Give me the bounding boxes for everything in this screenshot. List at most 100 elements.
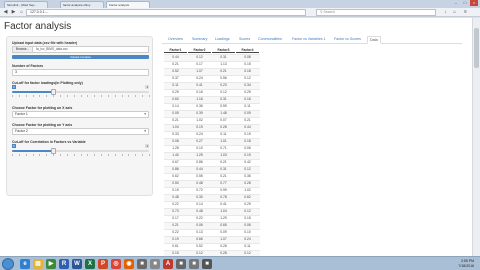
table-cell: 1.07	[220, 237, 227, 241]
tab-factor-vs-variables[interactable]: Factor vs Variables 1	[292, 37, 326, 41]
minimize-icon[interactable]: –	[452, 0, 460, 6]
app-icon[interactable]: ■	[150, 259, 160, 269]
forward-icon[interactable]: ▶	[10, 9, 17, 16]
tab-data[interactable]: Data	[367, 36, 381, 44]
address-bar[interactable]: 127.0.0.1:...	[26, 9, 306, 16]
table-cell: 0.21	[172, 118, 179, 122]
table-cell: 0.44	[244, 125, 251, 129]
browser-tab[interactable]: Simulink - (Wed Sep...	[4, 1, 48, 8]
powerpoint-icon[interactable]: P	[98, 259, 108, 269]
page-scrollbar[interactable]	[472, 18, 480, 256]
r-icon[interactable]: R	[59, 259, 69, 269]
table-cell: 1.28	[172, 146, 179, 150]
slider-min-label: 0	[12, 85, 16, 89]
acrobat-icon[interactable]: A	[163, 259, 173, 269]
taskbar: e ▤ ▶ R W X P ◎ ◉ ■ ■ A ■ ■ ■ 2:55 PM 7/18/2016	[0, 256, 480, 270]
browser-tab[interactable]: factor-analysis-shiny	[60, 1, 104, 8]
x-axis-select[interactable]: Factor 1 ▾	[12, 111, 149, 118]
num-factors-input[interactable]: 3	[12, 69, 149, 76]
app-icon[interactable]: ■	[189, 259, 199, 269]
close-icon[interactable]: ×	[470, 0, 478, 6]
column-header[interactable]: Factor3	[212, 47, 235, 53]
cutoff-slider[interactable]: 0 1	[12, 85, 150, 100]
table-cell: 0.21	[220, 174, 227, 178]
table-cell: 0.61	[172, 244, 179, 248]
table-cell: 0.99	[220, 188, 227, 192]
tab-overview[interactable]: Overview	[168, 37, 183, 41]
column-header[interactable]: Factor4	[236, 47, 259, 53]
table-cell: 0.71	[220, 146, 227, 150]
column-header[interactable]: Factor1	[164, 47, 187, 53]
media-icon[interactable]: ▶	[46, 259, 56, 269]
table-cell: 0.09	[220, 230, 227, 234]
slider-tick	[18, 154, 20, 156]
table-cell: 0.29	[172, 90, 179, 94]
slider-ticks	[12, 154, 150, 159]
table-cell: 1.29	[220, 216, 227, 220]
search-input[interactable]: ⚲ Search	[316, 9, 436, 16]
menu-icon[interactable]: ≡	[462, 9, 469, 16]
browser-tab-active[interactable]: Factor analysis	[106, 1, 150, 8]
corr-cutoff-slider[interactable]: 0 1	[12, 144, 150, 159]
scrollbar-thumb[interactable]	[474, 28, 479, 68]
y-axis-select[interactable]: Factor 2 ▾	[12, 128, 149, 135]
table-cell: 0.11	[244, 244, 251, 248]
back-icon[interactable]: ◀	[2, 9, 9, 16]
slider-fill	[12, 91, 54, 93]
folder-icon[interactable]: ▤	[33, 259, 43, 269]
slider-tick	[121, 154, 123, 156]
table-cell: 0.21	[220, 160, 227, 164]
browse-button[interactable]: Browse...	[13, 47, 33, 52]
table-cell: 0.42	[244, 160, 251, 164]
slider-tick	[101, 95, 102, 97]
table-cell: 0.41	[220, 202, 227, 206]
tab-summary[interactable]: Summary	[192, 37, 207, 41]
home-icon[interactable]: ⌂	[18, 9, 25, 16]
table-cell: 0.36	[196, 104, 203, 108]
sidebar-panel: Upload input data (csv file with header)…	[6, 36, 153, 196]
app-icon[interactable]: ■	[137, 259, 147, 269]
slider-tick	[128, 95, 129, 97]
app-icon[interactable]: ■	[176, 259, 186, 269]
file-name: fa_inv_BIMS_data.csv	[36, 47, 68, 51]
page-title: Factor analysis	[4, 21, 72, 32]
word-icon[interactable]: W	[72, 259, 82, 269]
slider-tick	[18, 95, 20, 97]
chrome-icon[interactable]: ◎	[111, 259, 121, 269]
table-cell: 0.11	[220, 132, 227, 136]
excel-icon[interactable]: X	[85, 259, 95, 269]
firefox-icon[interactable]: ◉	[124, 259, 134, 269]
table-cell: 0.17	[172, 216, 179, 220]
table-cell: 0.21	[172, 223, 179, 227]
table-cell: 0.62	[244, 195, 251, 199]
main-tabs: Overview Summary Loadings Scores Communa…	[162, 36, 462, 44]
home-icon[interactable]: ⌂	[451, 9, 458, 16]
tab-factor-vs-scores[interactable]: Factor vs Scores	[334, 37, 361, 41]
slider-tick	[121, 95, 123, 97]
table-cell: 0.22	[172, 230, 179, 234]
slider-tick	[114, 154, 116, 156]
table-cell: 0.30	[196, 195, 203, 199]
tab-loadings[interactable]: Loadings	[215, 37, 230, 41]
table-cell: 0.14	[172, 104, 179, 108]
chevron-down-icon: ▾	[144, 129, 146, 133]
slider-fill	[12, 150, 54, 152]
app-icon[interactable]: ■	[202, 259, 212, 269]
table-cell: 0.29	[244, 202, 251, 206]
tab-scores[interactable]: Scores	[239, 37, 250, 41]
table-cell: 0.19	[172, 188, 179, 192]
slider-tick	[135, 95, 136, 97]
start-button[interactable]	[2, 258, 14, 270]
maximize-icon[interactable]: □	[461, 0, 469, 6]
table-cell: 0.18	[244, 69, 251, 73]
column-header[interactable]: Factor2	[188, 47, 211, 53]
file-input[interactable]: Browse... fa_inv_BIMS_data.csv	[12, 46, 149, 53]
tab-label: Simulink - (Wed Sep...	[7, 3, 37, 7]
ie-icon[interactable]: e	[20, 259, 30, 269]
table-cell: 0.48	[196, 181, 203, 185]
table-cell: 0.66	[196, 237, 203, 241]
slider-tick	[94, 154, 95, 156]
table-cell: 0.33	[172, 132, 179, 136]
tab-communalities[interactable]: Communalities	[258, 37, 282, 41]
download-icon[interactable]: ↓	[442, 9, 449, 16]
